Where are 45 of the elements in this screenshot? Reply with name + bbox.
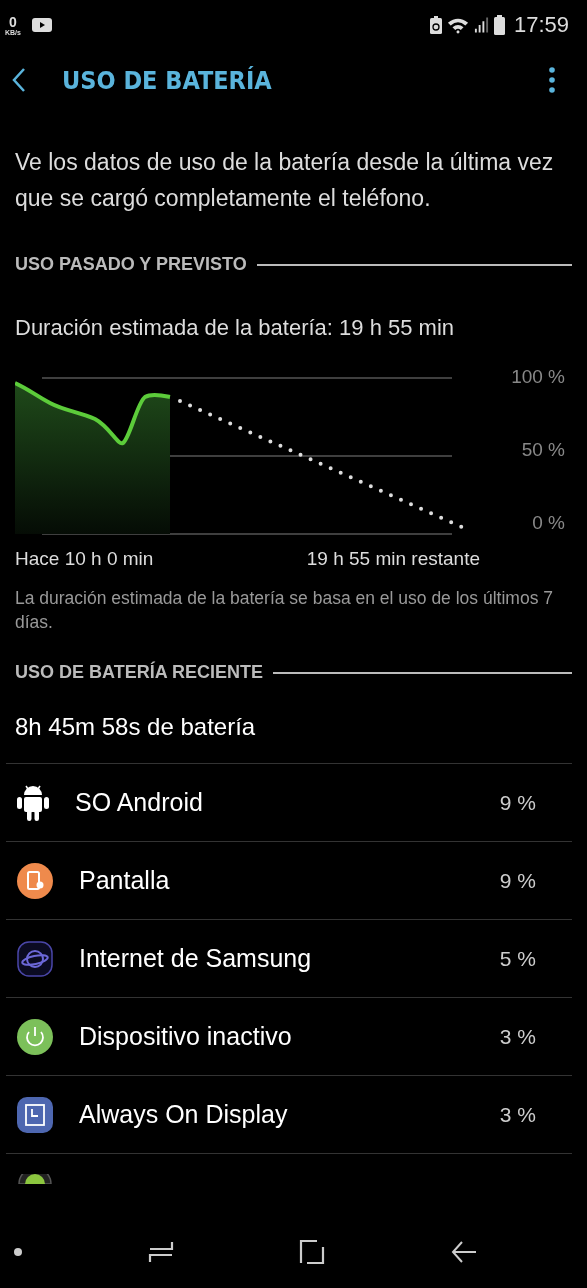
android-icon <box>17 784 49 821</box>
planet-icon <box>17 940 53 977</box>
usage-percent: 3 % <box>499 1102 536 1127</box>
usage-percent: 9 % <box>499 868 536 893</box>
axis-label: 19 h 55 min restante <box>306 548 480 570</box>
video-icon <box>31 18 52 32</box>
power-icon <box>17 1018 53 1055</box>
app-row[interactable]: Dispositivo inactivo 3 % <box>6 997 572 1075</box>
usage-percent: 5 % <box>499 946 536 971</box>
clock-time: 17:59 <box>513 12 569 38</box>
home-icon[interactable] <box>299 1238 326 1265</box>
recents-icon[interactable] <box>147 1239 174 1264</box>
page-title: USO DE BATERÍA <box>62 65 273 95</box>
wifi-icon <box>446 16 469 34</box>
app-name: Pantalla <box>79 866 171 895</box>
usage-percent: 3 % <box>499 1024 536 1049</box>
app-name: Internet de Samsung <box>79 944 313 973</box>
battery-saver-icon <box>429 16 442 34</box>
app-row[interactable]: Pantalla 9 % <box>6 841 572 919</box>
axis-label: 50 % <box>521 439 565 461</box>
dot-icon <box>14 1247 22 1256</box>
app-row[interactable]: Internet de Samsung 5 % <box>6 919 572 997</box>
axis-label: Hace 10 h 0 min <box>15 548 154 570</box>
app-row[interactable]: SO Android 9 % <box>6 763 572 841</box>
app-row[interactable]: Always On Display 3 % <box>6 1075 572 1153</box>
note-text: La duración estimada de la batería se basa en el uso de los últimos 7 días. <box>15 587 554 634</box>
usage-percent: 9 % <box>499 790 536 815</box>
app-name: SO Android <box>75 788 204 817</box>
axis-label: 100 % <box>511 366 565 388</box>
total-usage-text: 8h 45m 58s de batería <box>15 713 257 741</box>
screen-settings-icon <box>17 862 53 899</box>
signal-icon <box>473 17 489 33</box>
back-arrow-icon[interactable] <box>450 1239 477 1264</box>
axis-label: 0 % <box>532 512 565 534</box>
clock-screen-icon <box>17 1096 53 1133</box>
section-title: USO PASADO Y PREVISTO <box>15 254 247 275</box>
back-icon[interactable] <box>12 67 26 93</box>
more-options-icon[interactable] <box>549 67 555 93</box>
battery-icon <box>493 15 505 35</box>
estimate-text: Duración estimada de la batería: 19 h 55 min <box>15 315 456 341</box>
description-text: Ve los datos de uso de la batería desde la última vez que se cargó completamente el teléfono. <box>15 148 555 213</box>
app-icon <box>17 1174 53 1184</box>
section-title: USO DE BATERÍA RECIENTE <box>15 662 264 683</box>
app-name: Dispositivo inactivo <box>79 1022 293 1051</box>
app-name: Always On Display <box>79 1100 289 1129</box>
